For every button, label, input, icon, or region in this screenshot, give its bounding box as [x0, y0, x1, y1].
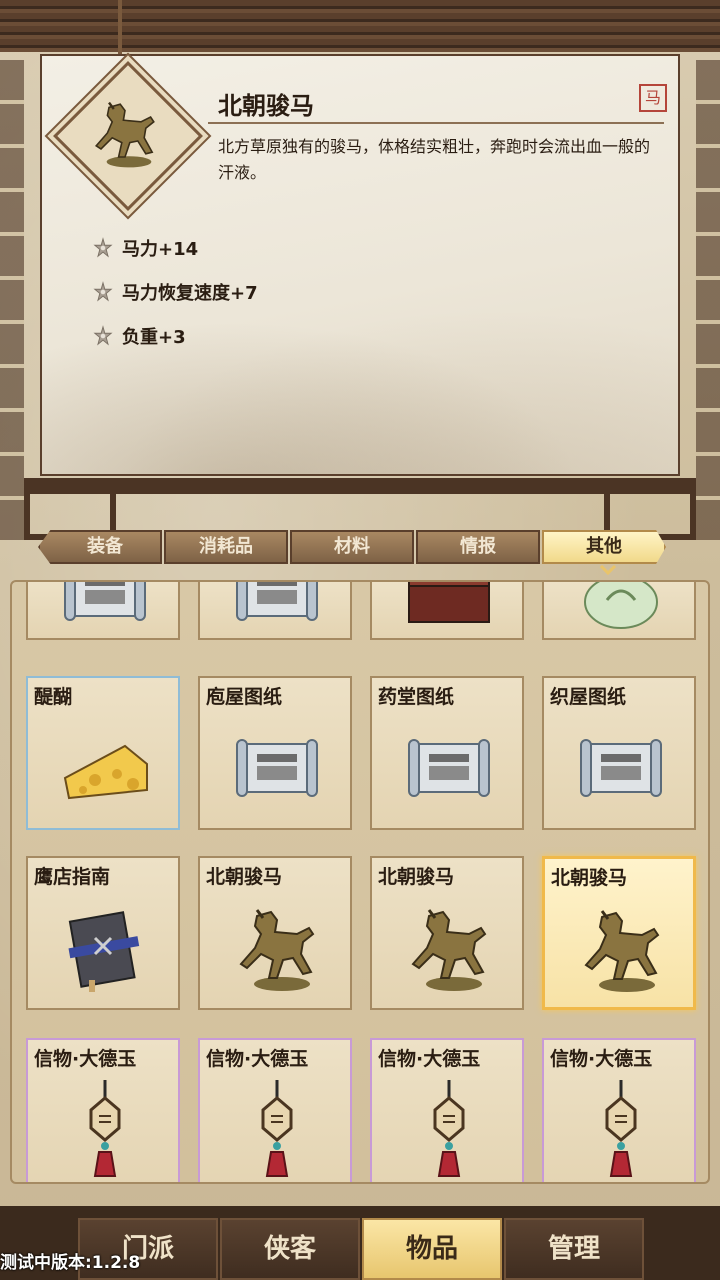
item-type-tag: 马: [639, 84, 667, 112]
flower-icon: [92, 237, 114, 259]
inventory-slot[interactable]: [198, 580, 352, 642]
inventory-slot[interactable]: 庖屋图纸: [198, 676, 352, 830]
top-beam: [0, 0, 720, 52]
slot-label: 醍醐: [34, 686, 73, 708]
inventory-slot[interactable]: 信物·大德玉: [370, 1038, 524, 1182]
tab-intel[interactable]: 情报: [416, 530, 540, 564]
right-lattice: [696, 60, 720, 540]
flower-icon: [92, 281, 114, 303]
jade-pendant-icon: [571, 1080, 671, 1180]
horse-statue-icon: [572, 899, 672, 999]
nav-items[interactable]: 物品: [362, 1218, 502, 1280]
stat-row: 马力+14: [92, 226, 258, 270]
slot-label: 北朝骏马: [551, 867, 628, 889]
cheese-icon: [55, 718, 155, 818]
horse-statue-icon: [227, 898, 327, 998]
category-tabs: 装备 消耗品 材料 情报 其他: [38, 530, 682, 566]
inventory-slot[interactable]: [370, 580, 524, 642]
item-title: 北朝骏马: [218, 92, 314, 120]
title-divider: [208, 122, 664, 124]
stat-row: 马力恢复速度+7: [92, 270, 258, 314]
tab-consumables[interactable]: 消耗品: [164, 530, 288, 564]
inventory-slot[interactable]: 信物·大德玉: [542, 1038, 696, 1182]
inventory-slot[interactable]: 鹰店指南: [26, 856, 180, 1010]
chest-icon: [399, 580, 499, 642]
inventory-grid: 醍醐 庖屋图纸 药堂图纸 织屋图纸 鹰店指南 北朝骏马 北朝骏马 北朝骏马 信物…: [10, 580, 710, 1184]
scroll-icon: [227, 580, 327, 642]
slot-label: 北朝骏马: [378, 866, 455, 888]
frame-bottom: [24, 478, 696, 494]
stat-text: 负重+3: [122, 327, 186, 348]
inventory-slot[interactable]: 醍醐: [26, 676, 180, 830]
hanging-string: [118, 0, 122, 60]
jade-plate-icon: [571, 580, 671, 642]
left-lattice: [0, 60, 24, 540]
tab-other[interactable]: 其他: [542, 530, 666, 564]
slot-label: 药堂图纸: [378, 686, 455, 708]
horse-statue-icon: [85, 93, 165, 173]
blueprint-scroll-icon: [399, 718, 499, 818]
slot-label: 信物·大德玉: [34, 1048, 137, 1070]
slot-label: 庖屋图纸: [206, 686, 283, 708]
stat-text: 马力+14: [122, 239, 199, 260]
tab-equipment[interactable]: 装备: [38, 530, 162, 564]
item-description: 北方草原独有的骏马，体格结实粗壮，奔跑时会流出血一般的汗液。: [218, 137, 651, 182]
book-icon: [55, 898, 155, 998]
slot-label: 信物·大德玉: [206, 1048, 309, 1070]
slot-label: 织屋图纸: [550, 686, 627, 708]
flower-icon: [92, 325, 114, 347]
inventory-slot[interactable]: 信物·大德玉: [198, 1038, 352, 1182]
slot-label: 北朝骏马: [206, 866, 283, 888]
tab-materials[interactable]: 材料: [290, 530, 414, 564]
chevron-down-icon: [600, 565, 616, 575]
inventory-slot[interactable]: 北朝骏马: [198, 856, 352, 1010]
inventory-slot[interactable]: [26, 580, 180, 642]
slot-label: 信物·大德玉: [550, 1048, 653, 1070]
jade-pendant-icon: [399, 1080, 499, 1180]
jade-pendant-icon: [55, 1080, 155, 1180]
inventory-slot[interactable]: 北朝骏马: [370, 856, 524, 1010]
item-detail-card: 北朝骏马 马 北方草原独有的骏马，体格结实粗壮，奔跑时会流出血一般的汗液。 马力…: [40, 54, 680, 476]
slot-label: 鹰店指南: [34, 866, 111, 888]
blueprint-scroll-icon: [571, 718, 671, 818]
inventory-slot[interactable]: 药堂图纸: [370, 676, 524, 830]
inventory-slot-selected[interactable]: 北朝骏马: [542, 856, 696, 1010]
scroll-icon: [55, 580, 155, 642]
item-stats: 马力+14 马力恢复速度+7 负重+3: [92, 226, 258, 358]
horse-statue-icon: [399, 898, 499, 998]
version-label: 测试中版本:1.2.8: [0, 1253, 141, 1273]
blueprint-scroll-icon: [227, 718, 327, 818]
slot-label: 信物·大德玉: [378, 1048, 481, 1070]
item-icon-frame: [50, 58, 203, 211]
inventory-slot[interactable]: [542, 580, 696, 642]
stat-row: 负重+3: [92, 314, 258, 358]
nav-heroes[interactable]: 侠客: [220, 1218, 360, 1280]
inventory-slot[interactable]: 信物·大德玉: [26, 1038, 180, 1182]
inventory-slot[interactable]: 织屋图纸: [542, 676, 696, 830]
stat-text: 马力恢复速度+7: [122, 283, 258, 304]
jade-pendant-icon: [227, 1080, 327, 1180]
nav-manage[interactable]: 管理: [504, 1218, 644, 1280]
